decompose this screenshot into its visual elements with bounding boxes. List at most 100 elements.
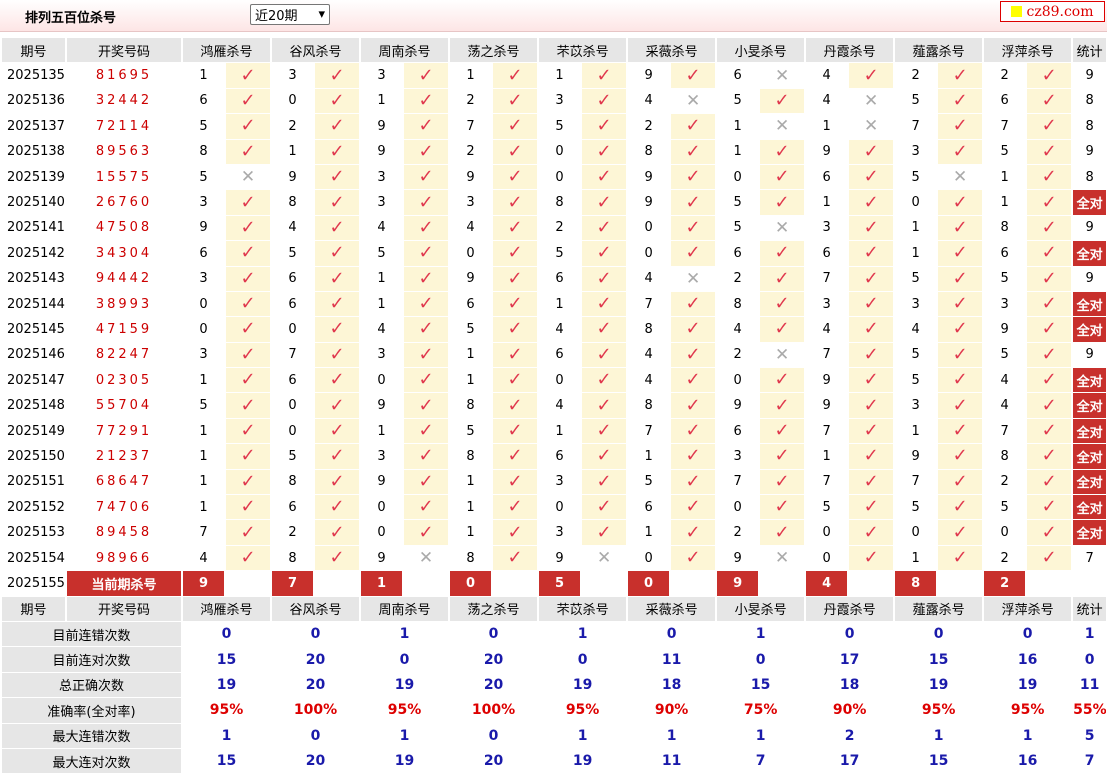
summary-value: 1 — [717, 622, 805, 648]
check-icon: ✓ — [226, 342, 271, 369]
check-icon: ✓ — [226, 418, 271, 445]
kill-number-cell: 0 — [361, 495, 403, 521]
check-icon: ✓ — [849, 418, 894, 445]
check-icon: ✓ — [671, 418, 716, 445]
cross-icon: ✕ — [760, 342, 805, 369]
top-bar: 排列五百位杀号 近20期 ▾ cz89.com — [0, 0, 1107, 32]
check-icon: ✓ — [1027, 266, 1072, 292]
summary-value: 19 — [539, 673, 627, 699]
kill-number-cell: 0 — [895, 520, 937, 546]
kill-number-cell: 4 — [628, 266, 670, 292]
check-icon: ✓ — [1027, 190, 1072, 216]
empty-cell — [849, 571, 894, 597]
kill-number-cell: 4 — [539, 393, 581, 419]
site-logo[interactable]: cz89.com — [1000, 1, 1105, 22]
check-icon: ✓ — [315, 88, 360, 115]
kill-number-cell: 5 — [984, 342, 1026, 369]
kill-number-cell: 7 — [628, 291, 670, 318]
kill-number-cell: 6 — [806, 164, 848, 191]
check-icon: ✓ — [493, 545, 538, 572]
check-icon: ✓ — [849, 342, 894, 369]
check-icon: ✓ — [493, 368, 538, 394]
kill-number-cell: 8 — [272, 545, 314, 572]
cross-icon: ✕ — [404, 545, 449, 572]
draw-number-cell: 55704 — [67, 393, 181, 419]
check-icon: ✓ — [849, 291, 894, 318]
kill-number-cell: 4 — [361, 317, 403, 343]
header-expert: 薤露杀号 — [895, 38, 983, 64]
kill-number-cell: 2 — [984, 63, 1026, 89]
summary-value: 0 — [895, 622, 983, 648]
draw-number-cell: 32442 — [67, 89, 181, 115]
check-icon: ✓ — [404, 291, 449, 318]
kill-number-cell: 3 — [895, 393, 937, 419]
table-row: 2025136 32442 6 ✓ 0 ✓ 1 ✓ 2 ✓ 3 ✓ 4 ✕ 5 ✓ 4 ✕ 5 ✓ 6 ✓ 8 — [2, 88, 1107, 115]
summary-value: 19 — [539, 749, 627, 774]
check-icon: ✓ — [1027, 291, 1072, 318]
header-expert: 芣苡杀号 — [539, 38, 627, 64]
check-icon: ✓ — [315, 342, 360, 369]
summary-value: 5 — [1073, 724, 1107, 749]
check-icon: ✓ — [404, 495, 449, 521]
draw-number-cell: 47159 — [67, 317, 181, 343]
table-row: 2025149 77291 1 ✓ 0 ✓ 1 ✓ 5 ✓ 1 ✓ 7 ✓ 6 ✓ 7 ✓ 1 ✓ 7 ✓ 全对 — [2, 418, 1107, 445]
draw-number-cell: 15575 — [67, 165, 181, 191]
stat-count-cell: 8 — [1073, 114, 1107, 140]
check-icon: ✓ — [938, 241, 983, 267]
check-icon: ✓ — [760, 469, 805, 496]
summary-value: 0 — [450, 724, 538, 749]
kill-number-cell: 1 — [183, 368, 224, 394]
summary-value: 95% — [361, 698, 449, 724]
kill-number-cell: 0 — [984, 520, 1026, 546]
check-icon: ✓ — [493, 393, 538, 419]
period-select[interactable]: 近20期 ▾ — [250, 4, 330, 25]
summary-value: 100% — [450, 698, 538, 724]
check-icon: ✓ — [1027, 63, 1072, 89]
kill-number-cell: 7 — [895, 469, 937, 496]
table-row: 2025146 82247 3 ✓ 7 ✓ 3 ✓ 1 ✓ 6 ✓ 4 ✓ 2 ✕ 7 ✓ 5 ✓ 5 ✓ 9 — [2, 342, 1107, 369]
kill-number-cell: 6 — [539, 444, 581, 470]
kill-number-cell: 5 — [984, 139, 1026, 165]
table-row: 2025141 47508 9 ✓ 4 ✓ 4 ✓ 4 ✓ 2 ✓ 0 ✓ 5 ✕ 3 ✓ 1 ✓ 8 ✓ 9 — [2, 215, 1107, 242]
kill-number-cell: 0 — [628, 241, 670, 267]
kill-number-cell: 1 — [272, 139, 314, 165]
period-cell: 2025137 — [2, 114, 65, 140]
cross-icon: ✕ — [849, 114, 894, 140]
check-icon: ✓ — [671, 63, 716, 89]
check-icon: ✓ — [849, 190, 894, 216]
header-period: 期号 — [2, 596, 65, 622]
kill-number-cell: 7 — [895, 114, 937, 140]
kill-number-cell: 4 — [183, 545, 224, 572]
summary-value: 0 — [450, 622, 538, 648]
check-icon: ✓ — [404, 164, 449, 191]
check-icon: ✓ — [849, 393, 894, 419]
check-icon: ✓ — [493, 469, 538, 496]
period-select-value: 近20期 — [255, 9, 298, 24]
period-cell: 2025151 — [2, 470, 65, 496]
check-icon: ✓ — [226, 215, 271, 242]
header-expert: 荡之杀号 — [450, 38, 538, 64]
check-icon: ✓ — [1027, 215, 1072, 242]
kill-number-cell: 5 — [183, 114, 224, 140]
empty-cell — [582, 571, 627, 597]
check-icon: ✓ — [1027, 139, 1072, 165]
check-icon: ✓ — [226, 444, 271, 470]
kill-number-cell: 7 — [984, 418, 1026, 445]
check-icon: ✓ — [582, 418, 627, 445]
summary-value: 11 — [628, 647, 716, 673]
check-icon: ✓ — [671, 545, 716, 572]
empty-cell — [1027, 571, 1072, 597]
kill-number-cell: 5 — [361, 241, 403, 267]
kill-number-cell: 3 — [361, 190, 403, 216]
summary-row: 目前连对次数 15 20 0 20 0 11 0 17 15 16 0 — [2, 647, 1107, 673]
kill-number-cell: 1 — [450, 368, 492, 394]
kill-number-cell: 4 — [806, 63, 848, 89]
kill-number-cell: 2 — [717, 342, 759, 369]
check-icon: ✓ — [938, 469, 983, 496]
header-expert: 采薇杀号 — [628, 596, 716, 622]
kill-number-cell: 1 — [450, 342, 492, 369]
check-icon: ✓ — [315, 63, 360, 89]
draw-number-cell: 89563 — [67, 140, 181, 165]
check-icon: ✓ — [404, 88, 449, 115]
check-icon: ✓ — [404, 444, 449, 470]
